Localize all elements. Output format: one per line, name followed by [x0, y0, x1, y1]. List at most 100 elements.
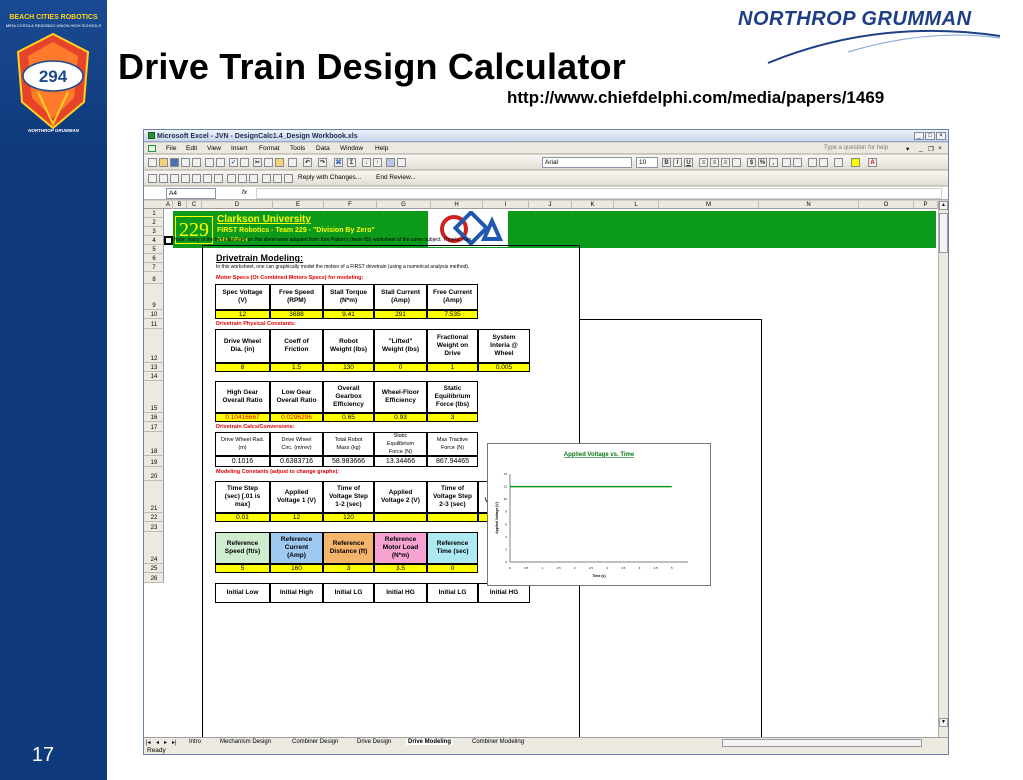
- gear-constant-value-4[interactable]: 0.93: [374, 413, 427, 422]
- row-header-12[interactable]: 12: [144, 329, 164, 363]
- row-header-20[interactable]: 20: [144, 467, 164, 481]
- chart-wizard-icon[interactable]: [386, 158, 395, 167]
- gear-constant-value-5[interactable]: 3: [427, 413, 478, 422]
- column-header-g[interactable]: G: [377, 201, 431, 209]
- research-icon[interactable]: [240, 158, 249, 167]
- fx-icon[interactable]: fx: [242, 189, 247, 196]
- reference-header-2[interactable]: Reference Current (Amp): [270, 532, 323, 564]
- calc-value-3[interactable]: 58.983666: [323, 456, 374, 467]
- reference-value-2[interactable]: 160: [270, 564, 323, 573]
- review-icon-3[interactable]: [170, 174, 179, 183]
- motor-spec-value-4[interactable]: 291: [374, 310, 427, 319]
- open-icon[interactable]: [159, 158, 168, 167]
- tab-drive-modeling[interactable]: Drive Modeling: [406, 739, 454, 745]
- undo-icon[interactable]: ↶: [303, 158, 312, 167]
- hyperlink-icon[interactable]: ⌘: [334, 158, 343, 167]
- menu-edit[interactable]: Edit: [186, 145, 197, 152]
- motor-spec-value-2[interactable]: 3688: [270, 310, 323, 319]
- minimize-button[interactable]: _: [914, 132, 924, 140]
- row-header-24[interactable]: 24: [144, 532, 164, 564]
- spelling-icon[interactable]: ✓: [229, 158, 238, 167]
- reference-value-1[interactable]: 5: [215, 564, 270, 573]
- decrease-indent-icon[interactable]: [808, 158, 817, 167]
- column-header-m[interactable]: M: [659, 201, 759, 209]
- row-header-19[interactable]: 19: [144, 456, 164, 467]
- review-icon-7[interactable]: [214, 174, 223, 183]
- row-header-17[interactable]: 17: [144, 422, 164, 432]
- reference-header-4[interactable]: Reference Motor Load (N*m): [374, 532, 427, 564]
- model-constant-value-4[interactable]: [374, 513, 427, 522]
- save-icon[interactable]: [170, 158, 179, 167]
- vertical-scrollbar[interactable]: ▲ ▼: [938, 201, 948, 737]
- name-box[interactable]: A4: [166, 188, 216, 199]
- row-header-8[interactable]: 8: [144, 272, 164, 284]
- gear-constant-header-1[interactable]: High Gear Overall Ratio: [215, 381, 270, 413]
- calc-header-3[interactable]: Total Robot Mass (kg): [323, 432, 374, 456]
- decrease-decimal-icon[interactable]: [793, 158, 802, 167]
- align-left-icon[interactable]: ≡: [699, 158, 708, 167]
- font-name-select[interactable]: Arial: [542, 157, 632, 168]
- calc-value-1[interactable]: 0.1016: [215, 456, 270, 467]
- row-header-21[interactable]: 21: [144, 481, 164, 513]
- review-icon-12[interactable]: [273, 174, 282, 183]
- menu-view[interactable]: View: [207, 145, 221, 152]
- italic-icon[interactable]: I: [673, 158, 682, 167]
- row-header-26[interactable]: 26: [144, 573, 164, 583]
- calc-value-2[interactable]: 0.6383716: [270, 456, 323, 467]
- reference-value-5[interactable]: 0: [427, 564, 478, 573]
- model-constant-header-2[interactable]: Applied Voltage 1 (V): [270, 481, 323, 513]
- row-header-23[interactable]: 23: [144, 522, 164, 532]
- motor-spec-header-2[interactable]: Free Speed (RPM): [270, 284, 323, 310]
- initial-header-2[interactable]: Initial High: [270, 583, 323, 603]
- review-icon-4[interactable]: [181, 174, 190, 183]
- physical-constant-header-6[interactable]: System Interia @ Wheel: [478, 329, 530, 363]
- calc-value-4[interactable]: 13.34466: [374, 456, 427, 467]
- initial-header-5[interactable]: Initial LG: [427, 583, 478, 603]
- motor-spec-value-1[interactable]: 12: [215, 310, 270, 319]
- review-icon-9[interactable]: [238, 174, 247, 183]
- physical-constant-value-6[interactable]: 0.005: [478, 363, 530, 372]
- column-header-p[interactable]: P: [914, 201, 938, 209]
- gear-constant-header-2[interactable]: Low Gear Overall Ratio: [270, 381, 323, 413]
- scroll-thumb[interactable]: [939, 213, 948, 253]
- drawing-icon[interactable]: [397, 158, 406, 167]
- fill-color-icon[interactable]: [851, 158, 860, 167]
- physical-constant-value-1[interactable]: 8: [215, 363, 270, 372]
- motor-spec-header-1[interactable]: Spec Voltage (V): [215, 284, 270, 310]
- applied-voltage-chart[interactable]: Applied Voltage vs. Time 0 0.5 1 1.5 2 2.5 3 3.5…: [487, 443, 711, 586]
- tab-nav-next-icon[interactable]: ▸: [164, 739, 167, 746]
- motor-spec-value-5[interactable]: 7.535: [427, 310, 478, 319]
- print-icon[interactable]: [205, 158, 214, 167]
- initial-header-1[interactable]: Initial Low: [215, 583, 270, 603]
- menu-format[interactable]: Format: [259, 145, 280, 152]
- tab-intro[interactable]: Intro: [189, 739, 201, 745]
- row-header-10[interactable]: 10: [144, 310, 164, 319]
- column-header-b[interactable]: B: [173, 201, 187, 209]
- doc-close-button[interactable]: ×: [938, 145, 942, 152]
- reference-header-1[interactable]: Reference Speed (ft/s): [215, 532, 270, 564]
- model-constant-value-2[interactable]: 12: [270, 513, 323, 522]
- paste-icon[interactable]: [275, 158, 284, 167]
- column-header-i[interactable]: I: [483, 201, 529, 209]
- gear-constant-header-5[interactable]: Static Equilibrium Force (lbs): [427, 381, 478, 413]
- copy-icon[interactable]: [264, 158, 273, 167]
- review-icon-2[interactable]: [159, 174, 168, 183]
- physical-constant-header-2[interactable]: Coeff of Friction: [270, 329, 323, 363]
- underline-icon[interactable]: U: [684, 158, 693, 167]
- comma-icon[interactable]: ,: [769, 158, 778, 167]
- motor-spec-header-3[interactable]: Stall Torque (N*m): [323, 284, 374, 310]
- column-header-h[interactable]: H: [431, 201, 483, 209]
- row-header-18[interactable]: 18: [144, 432, 164, 456]
- menu-insert[interactable]: Insert: [231, 145, 247, 152]
- redo-icon[interactable]: ↷: [318, 158, 327, 167]
- review-icon-11[interactable]: [262, 174, 271, 183]
- model-constant-value-3[interactable]: 120: [323, 513, 374, 522]
- sort-descending-icon[interactable]: ↑: [373, 158, 382, 167]
- row-header-2[interactable]: 2: [144, 218, 164, 227]
- initial-header-3[interactable]: Initial LG: [323, 583, 374, 603]
- model-constant-value-5[interactable]: [427, 513, 478, 522]
- percent-icon[interactable]: %: [758, 158, 767, 167]
- column-header-a[interactable]: A: [164, 201, 173, 209]
- sort-ascending-icon[interactable]: ↓: [362, 158, 371, 167]
- review-icon-13[interactable]: [284, 174, 293, 183]
